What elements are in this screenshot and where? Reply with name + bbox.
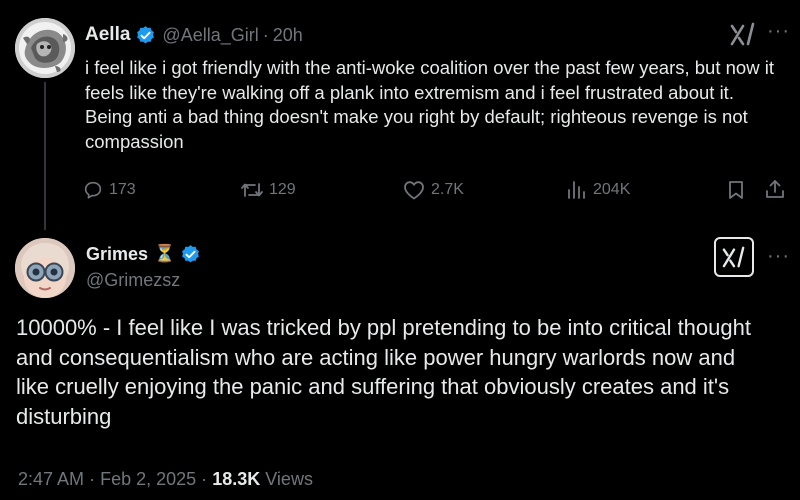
verified-badge-icon xyxy=(180,244,201,265)
tweet1-separator: · xyxy=(262,24,269,45)
share-button[interactable] xyxy=(764,178,791,200)
bookmark-icon xyxy=(729,181,743,199)
tweet2-views-label: Views xyxy=(265,469,313,489)
tweet2-text: 10000% - I feel like I was tricked by pp… xyxy=(16,315,751,429)
tweet2-views-count[interactable]: 18.3K xyxy=(212,469,260,489)
xai-logo-icon[interactable] xyxy=(714,237,754,277)
tweet2-handle[interactable]: @Grimezsz xyxy=(86,270,180,291)
views-icon xyxy=(568,181,585,199)
tweet2-header: Grimes ⏳ xyxy=(86,242,201,266)
more-options-icon[interactable]: ··· xyxy=(767,245,790,268)
share-icon xyxy=(766,180,784,198)
retweet-button[interactable]: 129 xyxy=(240,179,296,201)
like-button[interactable]: 2.7K xyxy=(402,179,464,201)
avatar-grimes[interactable] xyxy=(15,238,75,298)
tweet2-date[interactable]: Feb 2, 2025 xyxy=(100,469,196,489)
meta-separator: · xyxy=(89,469,96,489)
bookmark-button[interactable] xyxy=(725,179,752,201)
xai-logo-icon[interactable] xyxy=(730,22,756,51)
avatar-aella[interactable] xyxy=(15,18,75,78)
meta-separator: · xyxy=(201,469,208,489)
tweet1-display-name[interactable]: Aella xyxy=(85,24,130,46)
hourglass-emoji: ⏳ xyxy=(154,244,176,263)
tweet2-meta: 2:47 AM · Feb 2, 2025 · 18.3K Views xyxy=(18,469,313,490)
more-options-icon[interactable]: ··· xyxy=(767,20,790,43)
reply-button[interactable]: 173 xyxy=(82,179,136,201)
like-count: 2.7K xyxy=(431,181,464,198)
retweet-count: 129 xyxy=(269,181,296,198)
views-count: 204K xyxy=(593,181,631,198)
views-button[interactable]: 204K xyxy=(566,179,630,201)
tweet1-header: Aella @Aella_Girl · 20h xyxy=(85,22,303,48)
reply-count: 173 xyxy=(109,181,136,198)
tweet2-display-name[interactable]: Grimes xyxy=(86,244,148,265)
tweet2-time[interactable]: 2:47 AM xyxy=(18,469,84,489)
verified-badge-icon xyxy=(135,25,156,46)
tweet1-handle[interactable]: @Aella_Girl xyxy=(162,25,258,46)
thread-line xyxy=(44,82,46,230)
tweet1-text: i feel like i got friendly with the anti… xyxy=(85,57,774,152)
tweet1-timestamp[interactable]: 20h xyxy=(273,25,303,46)
retweet-icon xyxy=(241,183,263,197)
reply-icon xyxy=(84,181,102,199)
like-icon xyxy=(404,181,424,200)
